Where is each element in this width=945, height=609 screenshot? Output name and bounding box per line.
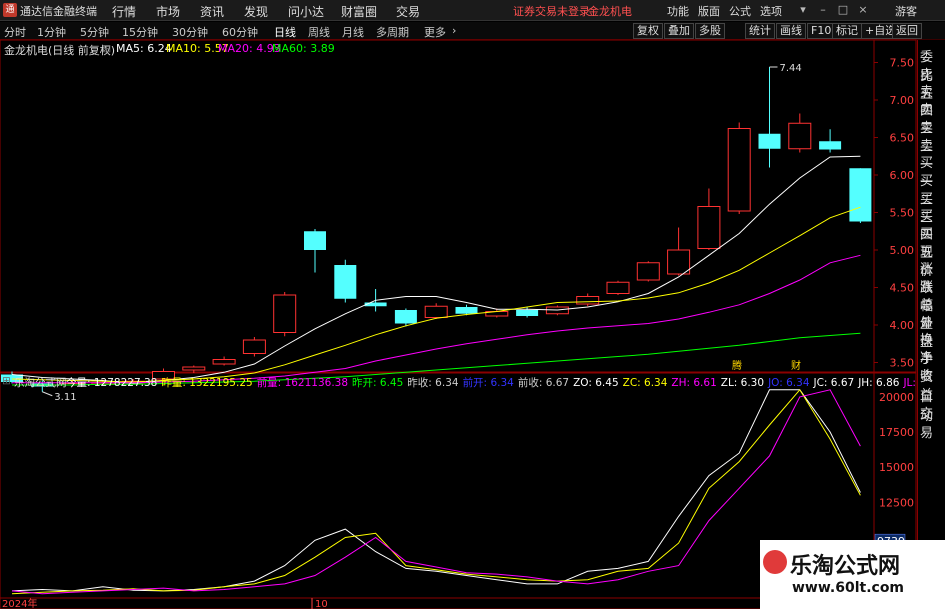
indicator-line	[11, 389, 861, 595]
indicator-y-tick-label: 20000	[879, 391, 914, 404]
high-label: 7.44	[780, 63, 802, 74]
candle-body-down	[364, 302, 387, 307]
indicator-item: JO: 6.34	[768, 377, 810, 389]
candle-body-up	[212, 359, 236, 365]
ma-stats-bar: 金龙机电(日线 前复权) ⊞ MA5: 6.24 MA10: 5.57 MA20…	[0, 40, 912, 57]
kline-chart[interactable]: 7.50 7.00 6.50 6.00 5.50 5.00 4.50 4.00 3.50 7.44…	[0, 0, 945, 609]
y-tick-label: 4.00	[890, 319, 915, 332]
candle-body-up	[242, 339, 266, 354]
indicator-item: JH: 6.86	[858, 377, 900, 389]
candle-body-down	[304, 231, 326, 250]
candle-body-up	[636, 262, 660, 281]
ma-line-ma10	[11, 206, 861, 383]
indicator-item: 昨收: 6.34	[407, 377, 459, 389]
indicator-line	[11, 388, 861, 595]
low-label: 3.11	[54, 392, 76, 403]
settings-icon[interactable]: ⊞	[102, 42, 111, 55]
ma60-value: MA60: 3.89	[272, 42, 335, 55]
y-tick-label: 5.50	[890, 207, 915, 220]
watermark-url: www.60lt.com	[792, 580, 905, 596]
candle-body-up	[424, 305, 448, 318]
marker-teng: 腾	[732, 359, 742, 372]
indicator-y-tick-label: 17500	[879, 426, 914, 439]
y-tick-label: 6.50	[890, 132, 915, 145]
low-pointer	[42, 391, 53, 397]
indicator-y-tick-label: 15000	[879, 461, 914, 474]
watermark-title: 乐淘公式网	[790, 554, 901, 579]
main-panel-frame	[0, 39, 917, 373]
quote-side-panel: 委比 卖五 卖四 卖三 卖二 卖一 买一 买二 买三 买四 买五 现价 涨跌 涨幅 总量 外盘 换手 净资 收益 自动…	[917, 40, 945, 609]
candle-body-down	[334, 265, 357, 299]
indicator-stats-bar: ⊞ 乐淘公式网 今量: 1278227.38 昨量: 1322195.25 前量: …	[0, 373, 943, 389]
indicator-item: 昨开: 6.45	[352, 377, 404, 389]
indicator-item: JC: 6.67	[813, 377, 855, 389]
indicator-item: 今量: 1278227.38	[66, 377, 158, 389]
marker-cai: 财	[791, 359, 801, 372]
side-item[interactable]: 交易	[920, 403, 945, 441]
indicator-line	[11, 389, 861, 592]
watermark-logo-icon	[763, 550, 787, 574]
y-tick-label: 6.00	[890, 169, 915, 182]
y-tick-label: 7.50	[890, 57, 915, 70]
indicator-y-tick-label: 12500	[879, 496, 914, 509]
candle-body-down	[455, 307, 478, 314]
indicator-values: 今量: 1278227.38 昨量: 1322195.25 前量: 1621136.…	[66, 375, 945, 390]
candle-body-up	[182, 366, 206, 371]
candle-body-up	[606, 281, 630, 294]
indicator-item: 前收: 6.67	[517, 377, 570, 389]
candle-body-down	[819, 141, 842, 150]
candle-body-down	[849, 168, 872, 222]
candle-body-up	[273, 294, 297, 333]
indicator-settings-icon[interactable]: ⊞	[2, 375, 11, 387]
indicator-item: ZH: 6.61	[671, 377, 717, 389]
x-label-year: 2024年	[2, 597, 37, 609]
candle-body-up	[667, 249, 691, 275]
candle-body-up	[697, 206, 721, 249]
y-tick-label: 7.00	[890, 94, 915, 107]
indicator-item: 昨量: 1322195.25	[161, 377, 253, 389]
indicator-item: 前量: 1621136.38	[256, 377, 349, 389]
chart-title: 金龙机电(日线 前复权)	[4, 44, 116, 57]
y-tick-label: 5.00	[890, 244, 915, 257]
candle-body-down	[516, 310, 539, 316]
indicator-name: 乐淘公式网	[14, 377, 67, 389]
candle-body-up	[788, 122, 812, 150]
candle-body-down	[758, 133, 781, 149]
indicator-item: 前开: 6.34	[462, 377, 514, 389]
candle-body-up	[576, 296, 600, 305]
watermark: 乐淘公式网 www.60lt.com	[760, 540, 945, 609]
y-tick-label: 3.50	[890, 357, 915, 370]
candle-body-down	[394, 310, 417, 324]
ma5-value: MA5: 6.24	[116, 42, 172, 55]
indicator-item: ZL: 6.30	[720, 377, 765, 389]
indicator-item: ZO: 6.45	[573, 377, 619, 389]
indicator-item: ZC: 6.34	[622, 377, 668, 389]
x-label-month: 10	[315, 599, 328, 609]
candle-body-up	[727, 128, 751, 212]
y-tick-label: 4.50	[890, 282, 915, 295]
